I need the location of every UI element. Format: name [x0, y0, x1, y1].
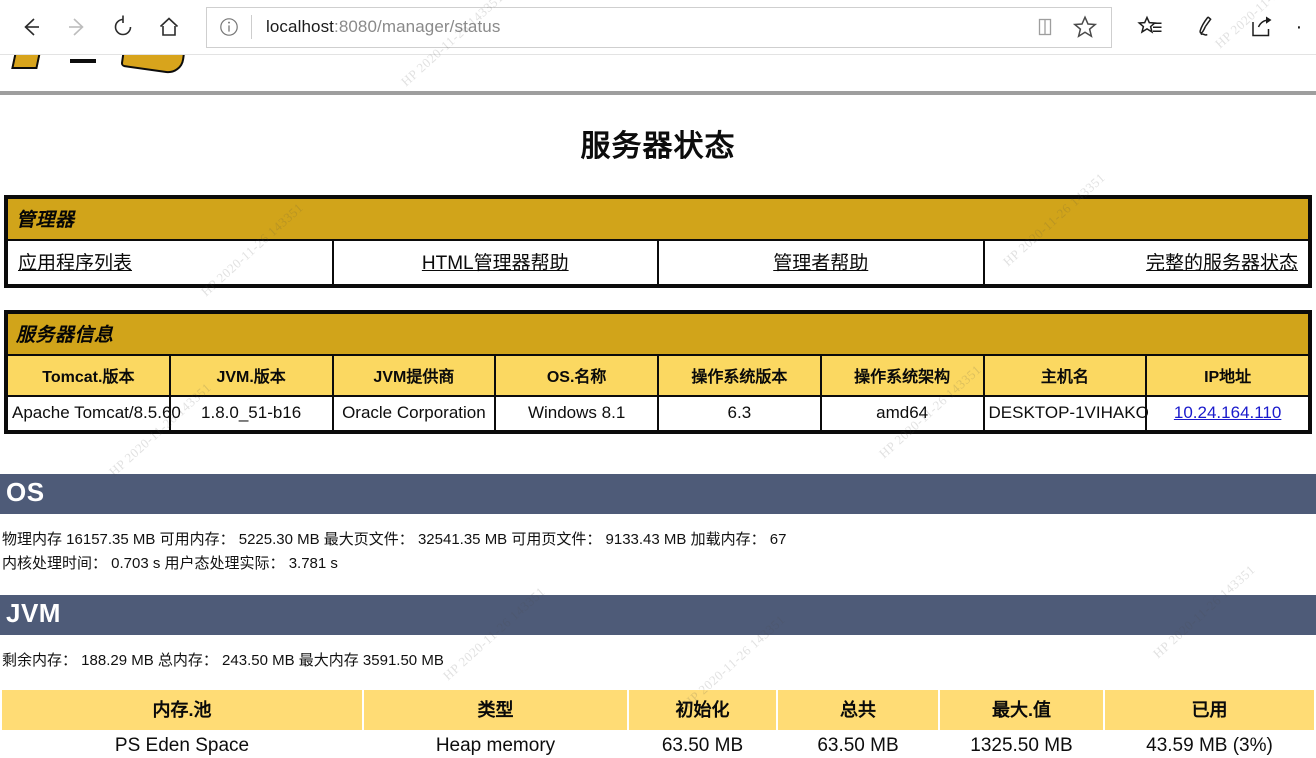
header-os-name: OS.名称: [496, 356, 657, 395]
value-os-version: 6.3: [659, 397, 820, 430]
url-host: localhost: [266, 17, 334, 36]
cell-pool-type: Heap memory: [364, 730, 627, 758]
logo-fragment-mid: [70, 55, 96, 63]
reading-view-icon[interactable]: [1025, 7, 1065, 47]
spacer-after-os: [0, 579, 1316, 595]
value-os-name: Windows 8.1: [496, 397, 657, 430]
logo-fragment-left: [11, 55, 43, 69]
page-title: 服务器状态: [580, 130, 736, 163]
favorites-hub-icon[interactable]: [1122, 5, 1178, 49]
spacer-after-server-info: [0, 434, 1316, 474]
tomcat-logo-strip: [0, 55, 1316, 91]
address-bar[interactable]: localhost:8080/manager/status: [206, 6, 1112, 48]
header-os-version: 操作系统版本: [659, 356, 820, 395]
manager-banner-row: 管理器: [8, 199, 1308, 239]
jvm-memory-line: 剩余内存： 188.29 MB 总内存： 243.50 MB 最大内存 3591…: [2, 652, 444, 670]
browser-toolbar: localhost:8080/manager/status ·: [0, 0, 1316, 55]
header-jvm-version: JVM.版本: [170, 356, 332, 395]
jvm-section-body: 剩余内存： 188.29 MB 总内存： 243.50 MB 最大内存 3591…: [0, 635, 1316, 676]
header-ip-address: IP地址: [1147, 356, 1308, 395]
cell-pool-maximum: 1325.50 MB: [940, 730, 1103, 758]
header-pool-used: 已用: [1105, 690, 1314, 731]
manager-link-cell-applist: 应用程序列表: [8, 241, 332, 284]
refresh-icon[interactable]: [100, 5, 146, 49]
link-html-manager-help[interactable]: HTML管理器帮助: [422, 253, 569, 274]
os-memory-line: 物理内存 16157.35 MB 可用内存： 5225.30 MB 最大页文件：…: [2, 531, 787, 549]
memory-pool-header-row: 内存.池 类型 初始化 总共 最大.值 已用: [2, 690, 1314, 731]
cell-pool-name: PS Eden Space: [2, 730, 362, 758]
manager-links-row: 应用程序列表 HTML管理器帮助 管理者帮助 完整的服务器状态: [8, 241, 1308, 284]
header-jvm-vendor: JVM提供商: [333, 356, 495, 395]
value-os-architecture: amd64: [821, 397, 983, 430]
tomcat-status-page: 服务器状态 管理器 应用程序列表 HTML管理器帮助 管理者帮助 完整的服务器状…: [0, 55, 1316, 758]
header-memory-pool: 内存.池: [2, 690, 362, 731]
jvm-section-heading: JVM: [0, 594, 1316, 636]
value-ip-address: 10.24.164.110: [1147, 397, 1308, 430]
forward-icon[interactable]: [54, 5, 100, 49]
browser-tool-icons: ·: [1122, 5, 1308, 49]
header-pool-type: 类型: [364, 690, 627, 731]
server-info-table: 服务器信息 Tomcat.版本 JVM.版本 JVM提供商 OS.名称 操作系统…: [4, 310, 1312, 434]
back-icon[interactable]: [8, 5, 54, 49]
value-hostname: DESKTOP-1VIHAKO: [984, 397, 1149, 430]
value-jvm-version: 1.8.0_51-b16: [170, 397, 332, 430]
url-text[interactable]: localhost:8080/manager/status: [252, 17, 1025, 37]
link-application-list[interactable]: 应用程序列表: [18, 253, 132, 274]
home-icon[interactable]: [146, 5, 192, 49]
os-section-body: 物理内存 16157.35 MB 可用内存： 5225.30 MB 最大页文件：…: [0, 514, 1316, 579]
share-icon[interactable]: [1234, 5, 1290, 49]
server-info-banner-row: 服务器信息: [8, 314, 1308, 354]
url-path: :8080/manager/status: [334, 17, 501, 36]
header-pool-maximum: 最大.值: [940, 690, 1103, 731]
os-cpu-time-line: 内核处理时间： 0.703 s 用户态处理实际： 3.781 s: [2, 554, 338, 572]
table-row: PS Eden Space Heap memory 63.50 MB 63.50…: [2, 730, 1314, 758]
manager-link-cell-htmlhelp: HTML管理器帮助: [333, 241, 657, 284]
cell-pool-total: 63.50 MB: [778, 730, 938, 758]
header-tomcat-version: Tomcat.版本: [8, 356, 169, 395]
server-info-value-row: Apache Tomcat/8.5.60 1.8.0_51-b16 Oracle…: [8, 397, 1308, 430]
spacer-after-manager: [0, 288, 1316, 310]
header-os-architecture: 操作系统架构: [821, 356, 983, 395]
link-complete-server-status[interactable]: 完整的服务器状态: [1146, 253, 1298, 274]
logo-fragment-right: [120, 55, 186, 76]
cell-pool-used: 43.59 MB (3%): [1105, 730, 1314, 758]
add-to-favorites-star-icon[interactable]: [1065, 7, 1105, 47]
site-info-icon[interactable]: [207, 8, 251, 47]
header-pool-initial: 初始化: [629, 690, 776, 731]
address-bar-actions: [1025, 7, 1111, 47]
screenshot-root: localhost:8080/manager/status · 服务器状态 管理…: [0, 0, 1316, 758]
web-note-pen-icon[interactable]: [1178, 5, 1234, 49]
more-options-icon[interactable]: ·: [1290, 16, 1308, 39]
cell-pool-initial: 63.50 MB: [629, 730, 776, 758]
header-pool-total: 总共: [778, 690, 938, 731]
link-manager-help[interactable]: 管理者帮助: [773, 253, 868, 274]
server-info-banner: 服务器信息: [8, 314, 1308, 354]
value-jvm-vendor: Oracle Corporation: [333, 397, 495, 430]
os-section-heading: OS: [0, 474, 1316, 515]
server-info-header-row: Tomcat.版本 JVM.版本 JVM提供商 OS.名称 操作系统版本 操作系…: [8, 356, 1308, 395]
memory-pool-table: 内存.池 类型 初始化 总共 最大.值 已用 PS Eden Space Hea…: [0, 690, 1316, 758]
manager-link-cell-managerhelp: 管理者帮助: [659, 241, 983, 284]
manager-link-cell-fullstatus: 完整的服务器状态: [984, 241, 1308, 284]
link-ip-address[interactable]: 10.24.164.110: [1174, 403, 1281, 422]
manager-banner: 管理器: [8, 199, 1308, 239]
manager-table: 管理器 应用程序列表 HTML管理器帮助 管理者帮助 完整的服务器状态: [4, 195, 1312, 288]
value-tomcat-version: Apache Tomcat/8.5.60: [8, 397, 181, 430]
header-hostname: 主机名: [984, 356, 1146, 395]
